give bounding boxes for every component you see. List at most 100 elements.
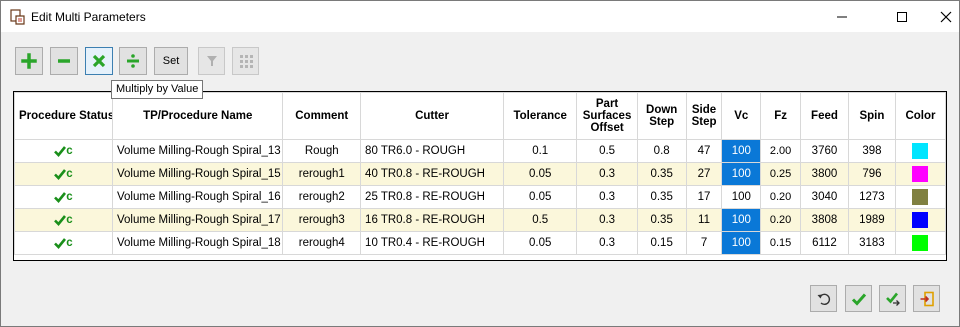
cutter-cell[interactable]: 80 TR6.0 - ROUGH (360, 139, 504, 163)
tolerance-cell[interactable]: 0.05 (502, 185, 578, 209)
side-step-cell[interactable]: 11 (685, 208, 723, 232)
filter-button[interactable] (198, 47, 225, 75)
minimize-button[interactable] (819, 1, 865, 32)
feed-cell[interactable]: 3040 (799, 185, 849, 209)
header-cutter[interactable]: Cutter (360, 92, 504, 140)
set-button[interactable]: Set (154, 47, 188, 75)
procedure-status-cell[interactable]: c (14, 231, 113, 255)
cutter-cell[interactable]: 25 TR0.8 - RE-ROUGH (360, 185, 504, 209)
fz-cell[interactable]: 0.15 (760, 231, 801, 255)
header-down-step[interactable]: Down Step (636, 92, 687, 140)
add-button[interactable] (15, 47, 43, 75)
procedure-status-cell[interactable]: c (14, 208, 113, 232)
color-swatch[interactable] (912, 189, 929, 205)
header-color[interactable]: Color (894, 92, 947, 140)
color-cell[interactable] (894, 162, 947, 186)
close-button[interactable] (923, 1, 960, 32)
procedure-status-cell[interactable]: c (14, 139, 113, 163)
vc-cell[interactable]: 100 (721, 139, 762, 163)
header-procedure-name[interactable]: TP/Procedure Name (111, 92, 284, 140)
subtract-button[interactable] (50, 47, 78, 75)
fz-cell[interactable]: 2.00 (760, 139, 801, 163)
procedure-status-cell[interactable]: c (14, 185, 113, 209)
header-feed[interactable]: Feed (799, 92, 849, 140)
spin-cell[interactable]: 1989 (847, 208, 896, 232)
procedure-name-cell[interactable]: Volume Milling-Rough Spiral_16 (111, 185, 284, 209)
cutter-cell[interactable]: 16 TR0.8 - RE-ROUGH (360, 208, 504, 232)
maximize-button[interactable] (879, 1, 925, 32)
color-swatch[interactable] (912, 166, 929, 182)
table-row[interactable]: c Volume Milling-Rough Spiral_13 Rough 80 T… (14, 139, 947, 163)
procedure-status-cell[interactable]: c (14, 162, 113, 186)
side-step-cell[interactable]: 7 (685, 231, 723, 255)
vc-cell[interactable]: 100 (721, 231, 762, 255)
spin-cell[interactable]: 398 (847, 139, 896, 163)
divide-button[interactable] (119, 47, 147, 75)
side-step-cell[interactable]: 47 (685, 139, 723, 163)
vc-cell[interactable]: 100 (721, 208, 762, 232)
spin-cell[interactable]: 1273 (847, 185, 896, 209)
cutter-cell[interactable]: 40 TR0.8 - RE-ROUGH (360, 162, 504, 186)
tolerance-cell[interactable]: 0.05 (502, 162, 578, 186)
table-row[interactable]: c Volume Milling-Rough Spiral_16 rerough2 2… (14, 185, 947, 209)
apply-button[interactable] (879, 285, 906, 312)
feed-cell[interactable]: 3760 (799, 139, 849, 163)
header-side-step[interactable]: Side Step (685, 92, 723, 140)
part-surfaces-offset-cell[interactable]: 0.3 (576, 231, 638, 255)
fz-cell[interactable]: 0.20 (760, 208, 801, 232)
procedure-name-cell[interactable]: Volume Milling-Rough Spiral_15 (111, 162, 284, 186)
header-vc[interactable]: Vc (721, 92, 762, 140)
grid-layout-button[interactable] (232, 47, 259, 75)
comment-cell[interactable]: rerough4 (282, 231, 362, 255)
spin-cell[interactable]: 796 (847, 162, 896, 186)
table-row[interactable]: c Volume Milling-Rough Spiral_15 rerough1 4… (14, 162, 947, 186)
header-fz[interactable]: Fz (760, 92, 801, 140)
spin-cell[interactable]: 3183 (847, 231, 896, 255)
table-row[interactable]: c Volume Milling-Rough Spiral_17 rerough3 1… (14, 208, 947, 232)
down-step-cell[interactable]: 0.15 (636, 231, 687, 255)
ok-button[interactable] (845, 285, 872, 312)
side-step-cell[interactable]: 27 (685, 162, 723, 186)
undo-button[interactable] (810, 285, 837, 312)
header-tolerance[interactable]: Tolerance (502, 92, 578, 140)
header-procedure-status[interactable]: Procedure Status (14, 92, 113, 140)
fz-cell[interactable]: 0.25 (760, 162, 801, 186)
procedure-name-cell[interactable]: Volume Milling-Rough Spiral_18 (111, 231, 284, 255)
comment-cell[interactable]: rerough3 (282, 208, 362, 232)
down-step-cell[interactable]: 0.8 (636, 139, 687, 163)
tolerance-cell[interactable]: 0.1 (502, 139, 578, 163)
comment-cell[interactable]: rerough1 (282, 162, 362, 186)
color-cell[interactable] (894, 208, 947, 232)
tolerance-cell[interactable]: 0.05 (502, 231, 578, 255)
exit-button[interactable] (913, 285, 940, 312)
part-surfaces-offset-cell[interactable]: 0.5 (576, 139, 638, 163)
comment-cell[interactable]: Rough (282, 139, 362, 163)
color-cell[interactable] (894, 139, 947, 163)
color-swatch[interactable] (912, 212, 929, 228)
part-surfaces-offset-cell[interactable]: 0.3 (576, 185, 638, 209)
color-cell[interactable] (894, 231, 947, 255)
vc-cell[interactable]: 100 (721, 185, 762, 209)
fz-cell[interactable]: 0.20 (760, 185, 801, 209)
color-swatch[interactable] (912, 235, 929, 251)
table-row[interactable]: c Volume Milling-Rough Spiral_18 rerough4 1… (14, 231, 947, 255)
header-comment[interactable]: Comment (282, 92, 362, 140)
header-part-surfaces-offset[interactable]: Part Surfaces Offset (576, 92, 638, 140)
cutter-cell[interactable]: 10 TR0.4 - RE-ROUGH (360, 231, 504, 255)
tolerance-cell[interactable]: 0.5 (502, 208, 578, 232)
down-step-cell[interactable]: 0.35 (636, 162, 687, 186)
down-step-cell[interactable]: 0.35 (636, 208, 687, 232)
side-step-cell[interactable]: 17 (685, 185, 723, 209)
comment-cell[interactable]: rerough2 (282, 185, 362, 209)
procedure-name-cell[interactable]: Volume Milling-Rough Spiral_13 (111, 139, 284, 163)
feed-cell[interactable]: 6112 (799, 231, 849, 255)
color-swatch[interactable] (912, 143, 929, 159)
feed-cell[interactable]: 3808 (799, 208, 849, 232)
part-surfaces-offset-cell[interactable]: 0.3 (576, 208, 638, 232)
header-spin[interactable]: Spin (847, 92, 896, 140)
vc-cell[interactable]: 100 (721, 162, 762, 186)
down-step-cell[interactable]: 0.35 (636, 185, 687, 209)
feed-cell[interactable]: 3800 (799, 162, 849, 186)
color-cell[interactable] (894, 185, 947, 209)
procedure-name-cell[interactable]: Volume Milling-Rough Spiral_17 (111, 208, 284, 232)
